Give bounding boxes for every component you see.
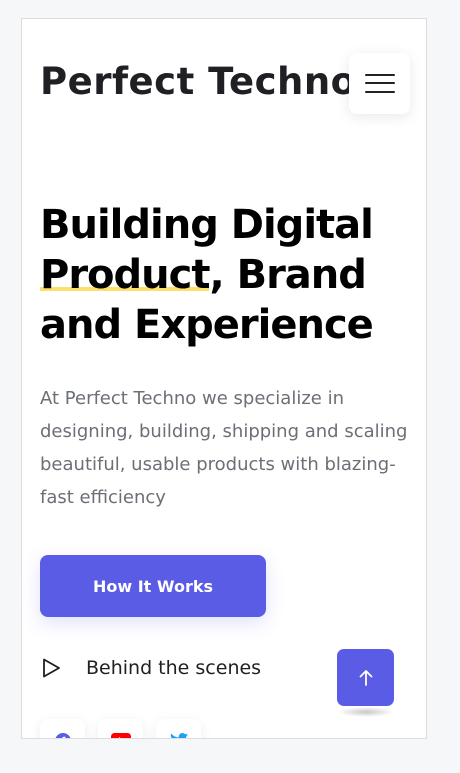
- behind-the-scenes-label: Behind the scenes: [86, 657, 262, 679]
- hero-description: At Perfect Techno we specialize in desig…: [40, 388, 408, 508]
- facebook-link[interactable]: [40, 719, 85, 738]
- headline-highlight: Product: [40, 252, 210, 298]
- play-icon: [43, 658, 60, 678]
- headline-line-1: Building Digital: [40, 202, 374, 248]
- how-it-works-button[interactable]: How It Works: [40, 555, 266, 617]
- headline-line-2-rest: , Brand: [209, 252, 366, 298]
- twitter-icon: [170, 733, 188, 738]
- scroll-to-top-button[interactable]: [337, 649, 394, 706]
- behind-the-scenes-link[interactable]: Behind the scenes: [40, 652, 261, 684]
- headline-line-2: Product, Brand: [40, 250, 410, 300]
- hamburger-menu-icon: [364, 73, 395, 94]
- social-links: [40, 719, 201, 738]
- hero-headline: Building Digital Product, Brand and Expe…: [40, 200, 410, 350]
- youtube-link[interactable]: [98, 719, 143, 738]
- scroll-button-shadow: [338, 707, 394, 717]
- youtube-icon: [110, 733, 131, 738]
- facebook-icon: [55, 733, 70, 738]
- arrow-up-icon: [359, 669, 372, 686]
- page-frame: Perfect Techno Building Digital Product,…: [21, 18, 427, 739]
- menu-button[interactable]: [349, 53, 410, 114]
- brand-logo-text[interactable]: Perfect Techno: [40, 59, 357, 105]
- twitter-link[interactable]: [156, 719, 201, 738]
- headline-line-3: and Experience: [40, 302, 374, 348]
